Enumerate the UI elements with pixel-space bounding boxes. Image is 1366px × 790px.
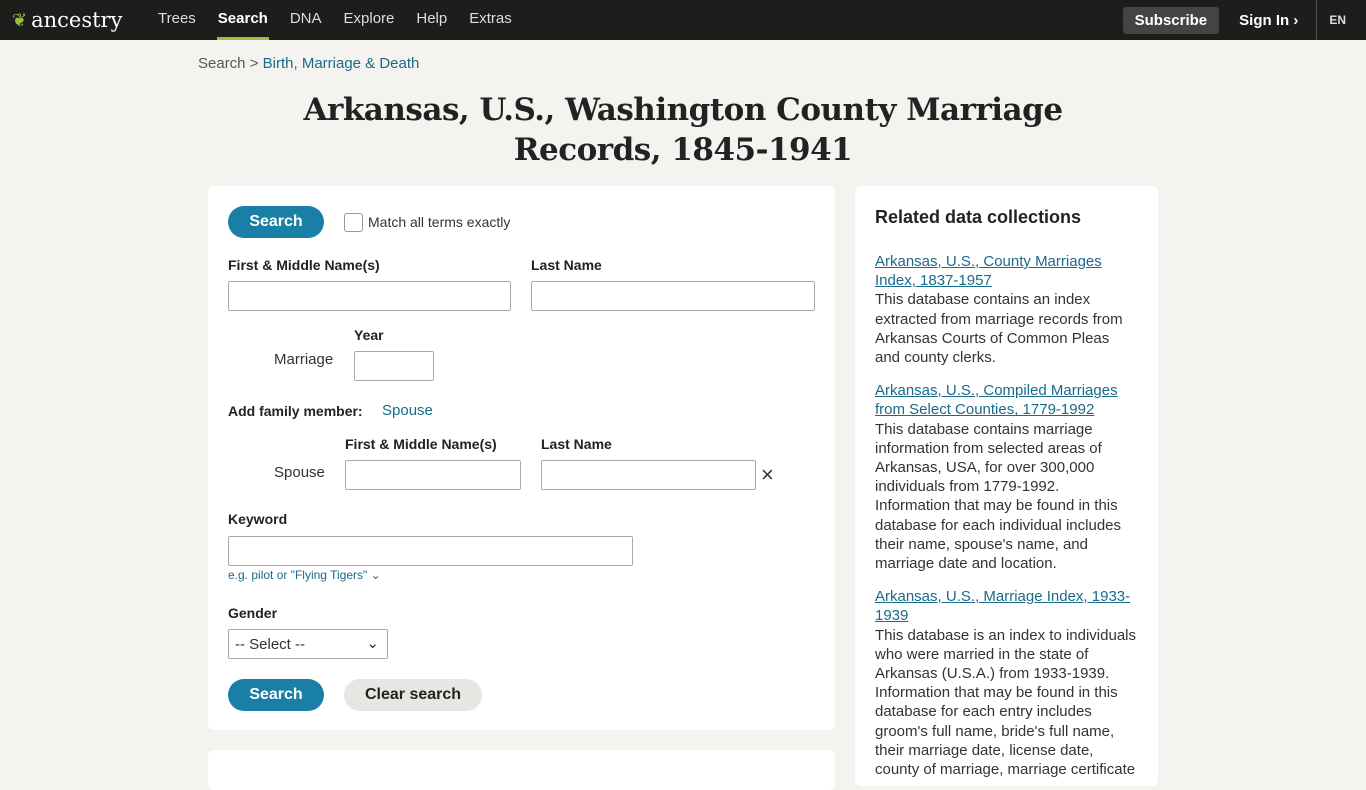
last-name-input[interactable] — [531, 281, 815, 311]
breadcrumb-search[interactable]: Search — [198, 55, 246, 72]
last-name-label: Last Name — [531, 257, 602, 273]
breadcrumb-birth-marriage-death[interactable]: Birth, Marriage & Death — [263, 55, 420, 72]
page-title: Arkansas, U.S., Washington County Marria… — [303, 92, 1063, 168]
chevron-down-icon: ⌄ — [366, 635, 379, 652]
first-name-input[interactable] — [228, 281, 511, 311]
chevron-right-icon: › — [1293, 11, 1299, 29]
nav-extras[interactable]: Extras — [458, 0, 523, 40]
add-spouse-link[interactable]: Spouse — [382, 402, 433, 419]
related-item: Arkansas, U.S., Compiled Marriages from … — [875, 381, 1138, 573]
spouse-label: Spouse — [274, 464, 325, 481]
related-link[interactable]: Arkansas, U.S., Compiled Marriages from … — [875, 381, 1138, 419]
spouse-first-input[interactable] — [345, 460, 521, 490]
top-nav: ❦ ancestry Trees Search DNA Explore Help … — [0, 0, 1366, 40]
nav-dna[interactable]: DNA — [279, 0, 333, 40]
nav-help[interactable]: Help — [405, 0, 458, 40]
year-label: Year — [354, 327, 384, 343]
related-collections: Related data collections Arkansas, U.S.,… — [855, 186, 1158, 786]
match-exact-label: Match all terms exactly — [368, 214, 511, 230]
nav-search[interactable]: Search — [207, 0, 279, 40]
secondary-card — [208, 750, 835, 790]
keyword-label: Keyword — [228, 511, 288, 527]
language-selector[interactable]: EN — [1316, 0, 1366, 40]
leaf-icon: ❦ — [12, 9, 28, 31]
chevron-down-icon: ⌄ — [370, 568, 381, 582]
gender-select[interactable]: -- Select -- ⌄ — [228, 629, 388, 659]
search-form: Search Match all terms exactly First & M… — [208, 186, 835, 730]
search-button[interactable]: Search — [228, 679, 324, 711]
subscribe-button[interactable]: Subscribe — [1122, 6, 1220, 34]
related-item: Arkansas, U.S., County Marriages Index, … — [875, 252, 1138, 367]
clear-search-button[interactable]: Clear search — [344, 679, 482, 711]
spouse-last-input[interactable] — [541, 460, 756, 490]
spouse-last-label: Last Name — [541, 436, 612, 452]
sign-in-button[interactable]: Sign In › — [1239, 12, 1298, 29]
related-link[interactable]: Arkansas, U.S., Marriage Index, 1933-193… — [875, 587, 1138, 625]
first-name-label: First & Middle Name(s) — [228, 257, 380, 273]
related-item: Arkansas, U.S., Marriage Index, 1933-193… — [875, 587, 1138, 779]
search-button-top[interactable]: Search — [228, 206, 324, 238]
match-exact-checkbox[interactable] — [344, 213, 363, 232]
keyword-hint[interactable]: e.g. pilot or "Flying Tigers" ⌄ — [228, 568, 381, 582]
marriage-year-input[interactable] — [354, 351, 434, 381]
spouse-first-label: First & Middle Name(s) — [345, 436, 497, 452]
nav-trees[interactable]: Trees — [147, 0, 207, 40]
keyword-input[interactable] — [228, 536, 633, 566]
close-icon[interactable]: × — [761, 462, 774, 488]
related-link[interactable]: Arkansas, U.S., County Marriages Index, … — [875, 252, 1138, 290]
marriage-label: Marriage — [274, 351, 334, 368]
add-family-label: Add family member: — [228, 403, 363, 419]
gender-label: Gender — [228, 605, 278, 621]
related-title: Related data collections — [875, 207, 1082, 227]
ancestry-logo[interactable]: ❦ ancestry — [12, 8, 147, 32]
breadcrumb: Search > Birth, Marriage & Death — [198, 55, 420, 72]
nav-explore[interactable]: Explore — [333, 0, 406, 40]
